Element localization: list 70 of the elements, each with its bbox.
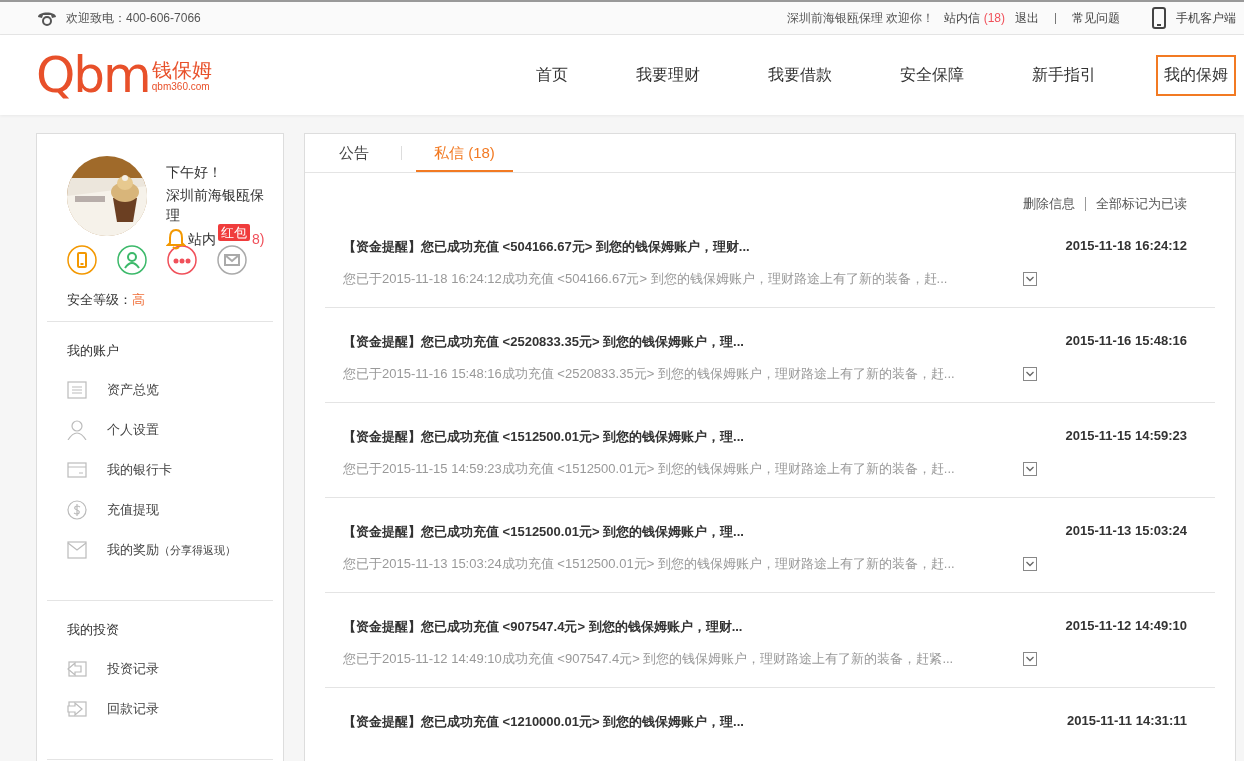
inbox-count[interactable]: 8) [252,229,265,249]
message-summary: 您已于2015-11-16 15:48:16成功充值 <2520833.35元> 到您的钱保姆账户，理财路途上有了新的装备，赶... [343,365,956,383]
faq-link[interactable]: 常见问题 [1072,9,1120,27]
action-link[interactable]: 删除信息 [1023,195,1075,213]
message-summary: 您已于2015-11-18 16:24:12成功充值 <504166.67元> 到您的钱保姆账户，理财路途上有了新的装备，赶... [343,270,949,288]
expand-icon[interactable] [1023,462,1037,476]
message-title[interactable]: 【资金提醒】您已成功充值 <1512500.01元> 到您的钱保姆账户，理... [343,523,744,541]
email-security-icon[interactable] [217,245,247,275]
nav-link[interactable]: 我的保姆 [1156,54,1236,96]
action-link[interactable]: 全部标记为已读 [1096,195,1187,213]
nav-link[interactable]: 我要理财 [628,54,708,96]
logout-link[interactable]: 退出 [1015,9,1039,27]
mobile-client-link[interactable]: 手机客户端 [1176,9,1236,27]
nav-link[interactable]: 我要借款 [760,54,840,96]
phone-security-icon[interactable] [67,245,97,275]
card-icon [67,460,87,480]
message-date: 2015-11-18 16:24:12 [1065,238,1187,255]
message-title[interactable]: 【资金提醒】您已成功充值 <1210000.01元> 到您的钱保姆账户，理... [343,713,744,731]
menu-link[interactable]: 充值提现 [107,501,159,519]
expand-icon[interactable] [1023,367,1037,381]
security-level-label: 安全等级： [67,292,132,307]
menu-link[interactable]: 个人设置 [107,421,159,439]
nav-link[interactable]: 安全保障 [892,54,972,96]
envelope-icon [67,540,87,560]
logo-domain: qbm360.com [151,80,211,92]
menu-link[interactable]: 投资记录 [107,660,159,678]
expand-icon[interactable] [1023,272,1037,286]
message-date: 2015-11-15 14:59:23 [1065,428,1187,445]
identity-security-icon[interactable] [117,245,147,275]
logo-name: 钱保姆 [151,58,212,81]
greeting-text: 下午好！ [166,163,223,182]
message-date: 2015-11-16 15:48:16 [1065,333,1187,350]
overview-icon [67,380,87,400]
out-icon [67,659,87,679]
message-date: 2015-11-12 14:49:10 [1065,618,1187,635]
person-icon [67,420,87,440]
message-title[interactable]: 【资金提醒】您已成功充值 <1512500.01元> 到您的钱保姆账户，理... [343,428,744,446]
bonus-badge: 红包 [218,223,250,241]
mobile-icon [1152,7,1166,29]
nav-link[interactable]: 新手指引 [1024,54,1104,96]
user-name: 深圳前海银瓯保理 [166,186,265,225]
phone-icon [36,10,58,26]
logo-mark[interactable]: Qbm [36,50,150,100]
expand-icon[interactable] [1023,652,1037,666]
menu-heading: 我的投资 [67,621,120,639]
menu-link[interactable]: 我的银行卡 [107,461,172,479]
menu-link[interactable]: 资产总览 [107,381,159,399]
menu-link[interactable]: 回款记录 [107,700,159,718]
message-summary: 您已于2015-11-12 14:49:10成功充值 <907547.4元> 到您的钱保姆账户，理财路途上有了新的装备，赶紧... [343,650,955,668]
menu-heading: 我的账户 [67,342,120,360]
message-title[interactable]: 【资金提醒】您已成功充值 <504166.67元> 到您的钱保姆账户，理财... [343,238,750,256]
hotline-text: 欢迎致电：400-606-7066 [66,9,201,27]
message-date: 2015-11-11 14:31:11 [1067,713,1187,730]
inbox-link[interactable]: 站内信 (18) [944,9,1005,27]
expand-icon[interactable] [1023,557,1037,571]
tab[interactable]: 公告 [321,134,387,172]
security-level-value: 高 [132,292,145,307]
message-summary: 您已于2015-11-13 15:03:24成功充值 <1512500.01元> 到您的钱保姆账户，理财路途上有了新的装备，赶... [343,555,956,573]
welcome-text: 深圳前海银瓯保理 欢迎你！ [786,9,935,27]
money-icon [67,500,87,520]
inbox-text[interactable]: 站内 [188,229,216,249]
message-date: 2015-11-13 15:03:24 [1065,523,1187,540]
message-summary: 您已于2015-11-15 14:59:23成功充值 <1512500.01元> 到您的钱保姆账户，理财路途上有了新的装备，赶... [343,460,956,478]
nav-link[interactable]: 首页 [528,54,576,96]
message-title[interactable]: 【资金提醒】您已成功充值 <2520833.35元> 到您的钱保姆账户，理... [343,333,744,351]
message-title[interactable]: 【资金提醒】您已成功充值 <907547.4元> 到您的钱保姆账户，理财... [343,618,743,636]
bell-icon [166,228,186,250]
in-icon [67,699,87,719]
menu-link[interactable]: 我的奖励（分享得返现） [107,541,236,559]
password-security-icon[interactable] [167,245,197,275]
